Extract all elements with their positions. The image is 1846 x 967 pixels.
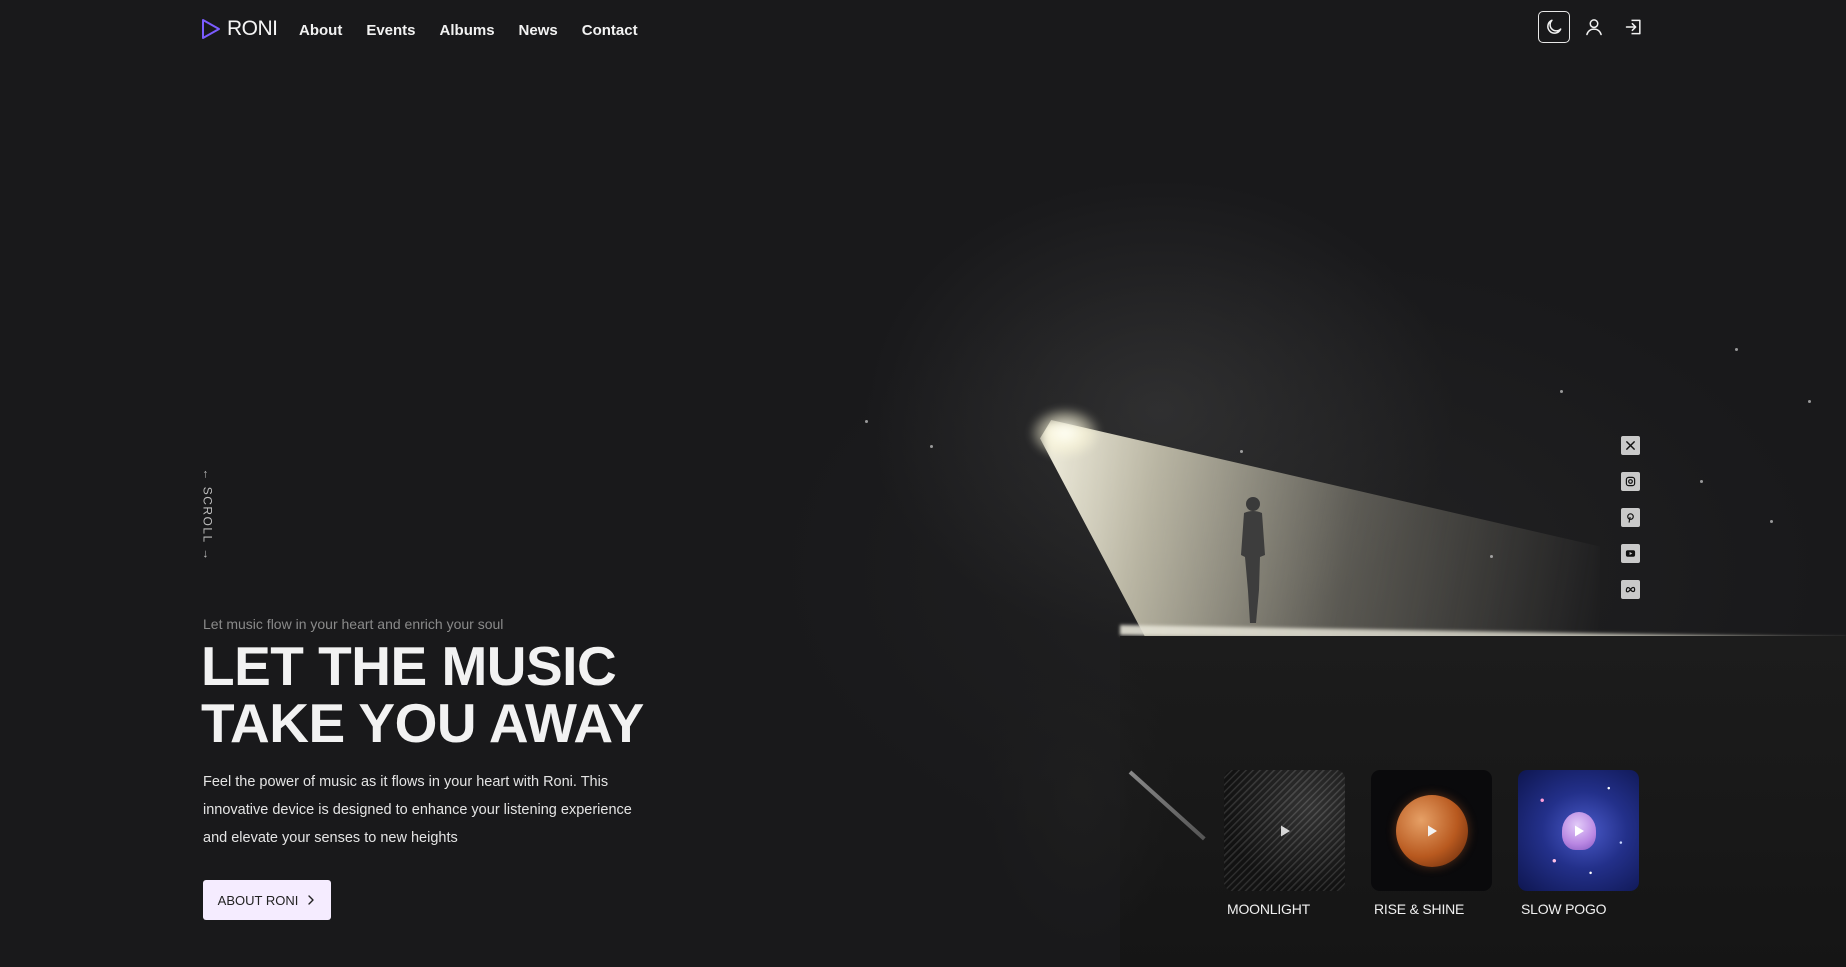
- dust-particle: [1700, 480, 1703, 483]
- youtube-icon: [1625, 550, 1636, 557]
- dust-particle: [1735, 348, 1738, 351]
- play-icon[interactable]: [1278, 824, 1292, 838]
- arrow-right-icon: →: [201, 548, 216, 562]
- album-title: MOONLIGHT: [1227, 901, 1310, 917]
- pinterest-icon: [1627, 513, 1634, 523]
- brand-logo[interactable]: RONI: [201, 17, 278, 41]
- user-icon: [1586, 19, 1602, 36]
- play-icon[interactable]: [1572, 824, 1586, 838]
- account-button[interactable]: [1578, 11, 1610, 43]
- performer-silhouette: [1241, 497, 1265, 623]
- hero-headline: LET THE MUSIC TAKE YOU AWAY: [201, 638, 761, 752]
- crowd-silhouette: [980, 590, 1180, 967]
- album-cover-slow-pogo[interactable]: [1518, 770, 1639, 891]
- hero-headline-line-2: TAKE YOU AWAY: [201, 692, 644, 754]
- login-button[interactable]: [1618, 11, 1650, 43]
- about-roni-button[interactable]: ABOUT RONI: [203, 880, 331, 920]
- nav-link-albums[interactable]: Albums: [440, 22, 495, 39]
- nav-link-about[interactable]: About: [299, 22, 342, 39]
- scroll-label: SCROLL: [201, 486, 216, 544]
- scroll-indicator[interactable]: ← SCROLL →: [196, 468, 220, 561]
- social-link-instagram[interactable]: [1621, 472, 1640, 491]
- play-logo-icon: [202, 19, 220, 39]
- social-link-meta[interactable]: [1621, 580, 1640, 599]
- album-carousel: MOONLIGHT RISE & SHINE SLOW POGO: [1224, 770, 1639, 917]
- dust-particle: [1240, 450, 1243, 453]
- album-cover-rise-and-shine[interactable]: [1371, 770, 1492, 891]
- dust-particle: [865, 420, 868, 423]
- social-link-pinterest[interactable]: [1621, 508, 1640, 527]
- album-title: SLOW POGO: [1521, 901, 1607, 917]
- hero-description: Feel the power of music as it flows in y…: [203, 774, 632, 846]
- arrow-left-icon: ←: [201, 468, 216, 482]
- spotlight-source: [1030, 408, 1100, 458]
- album-card[interactable]: RISE & SHINE: [1371, 770, 1492, 917]
- instagram-icon: [1625, 476, 1636, 487]
- play-icon[interactable]: [1425, 824, 1439, 838]
- nav-link-contact[interactable]: Contact: [582, 22, 638, 39]
- hero-eyebrow: Let music flow in your heart and enrich …: [203, 616, 504, 632]
- login-icon: [1625, 19, 1641, 35]
- top-navigation-bar: RONI About Events Albums News Contact: [0, 0, 1846, 60]
- album-card[interactable]: MOONLIGHT: [1224, 770, 1345, 917]
- theme-toggle-button[interactable]: [1538, 11, 1570, 43]
- social-link-youtube[interactable]: [1621, 544, 1640, 563]
- moon-icon: [1547, 19, 1562, 34]
- dust-particle: [1770, 520, 1773, 523]
- main-nav: About Events Albums News Contact: [299, 22, 638, 39]
- nav-link-events[interactable]: Events: [366, 22, 415, 39]
- x-icon: [1626, 441, 1635, 450]
- album-card[interactable]: SLOW POGO: [1518, 770, 1639, 917]
- social-link-x[interactable]: [1621, 436, 1640, 455]
- brand-name: RONI: [227, 17, 278, 40]
- about-roni-button-label: ABOUT RONI: [217, 892, 299, 908]
- header-actions: [1538, 11, 1650, 43]
- chevron-right-icon: [308, 895, 315, 905]
- meta-icon: [1625, 586, 1636, 593]
- dust-particle: [1560, 390, 1563, 393]
- album-title: RISE & SHINE: [1374, 901, 1465, 917]
- hero-headline-line-1: LET THE MUSIC: [201, 635, 617, 697]
- album-cover-moonlight[interactable]: [1224, 770, 1345, 891]
- dust-particle: [930, 445, 933, 448]
- nav-link-news[interactable]: News: [519, 22, 558, 39]
- social-links: [1621, 436, 1640, 599]
- dust-particle: [1490, 555, 1493, 558]
- dust-particle: [1808, 400, 1811, 403]
